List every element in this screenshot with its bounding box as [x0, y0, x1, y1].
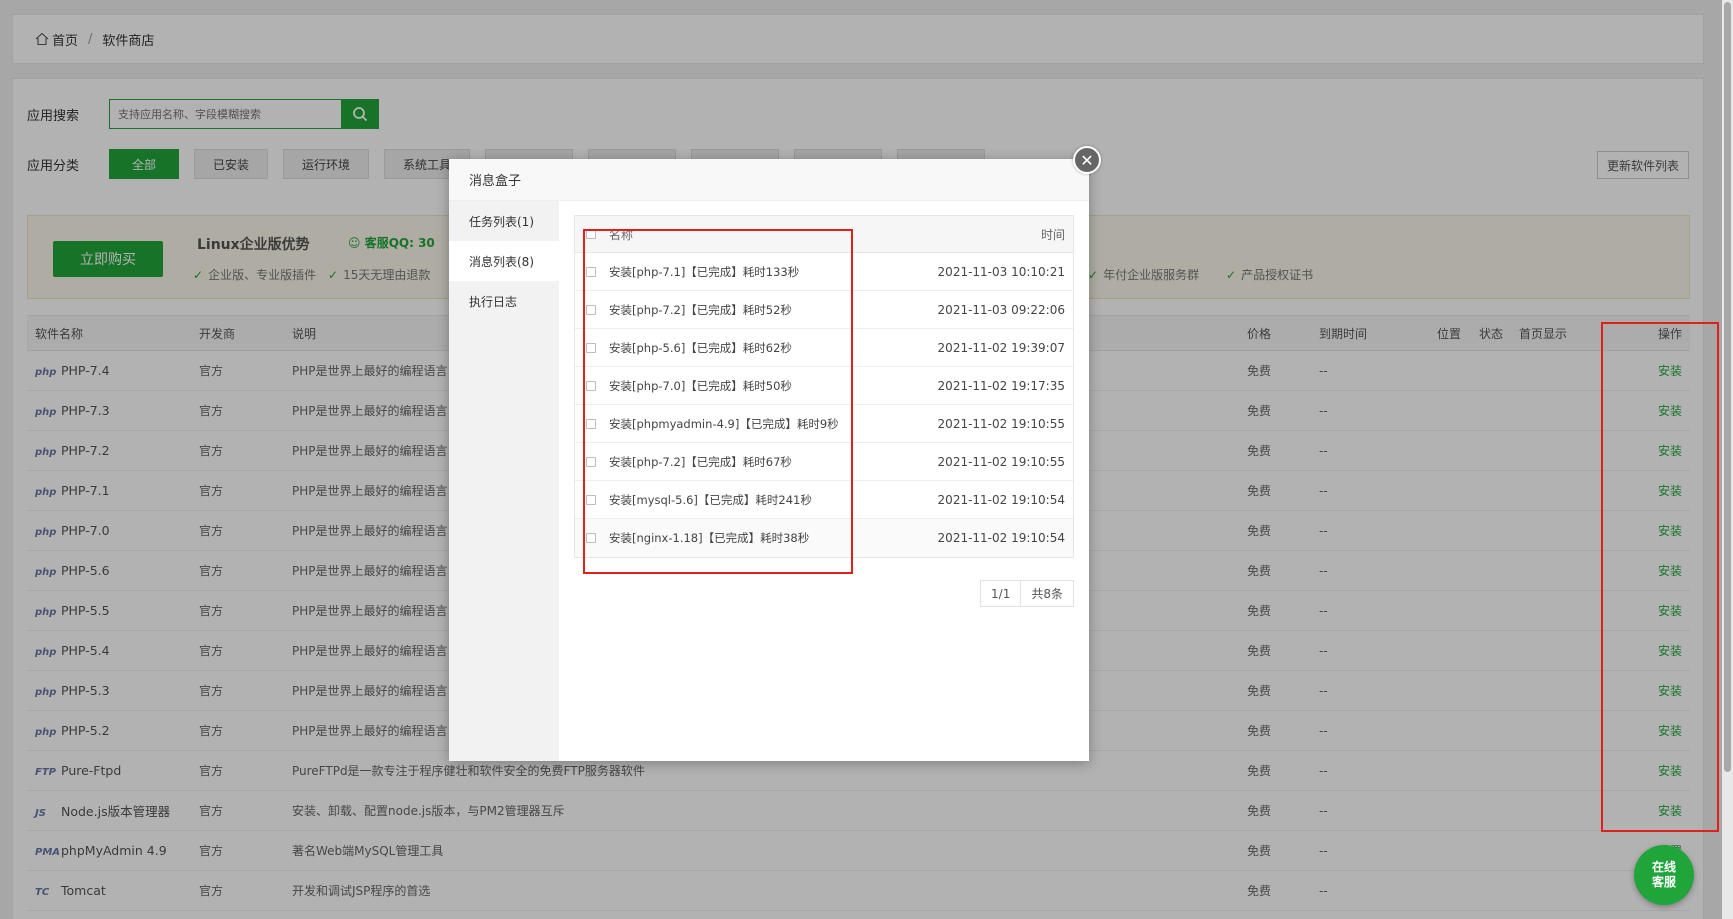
message-name: 安装[php-7.0]【已完成】耗时50秒: [609, 378, 792, 393]
message-time: 2021-11-03 10:10:21: [937, 264, 1065, 279]
message-checkbox[interactable]: [586, 494, 596, 505]
online-service-button[interactable]: 在线 客服: [1634, 845, 1694, 905]
tab-task-list[interactable]: 任务列表(1): [449, 201, 559, 241]
message-row: 安装[php-7.0]【已完成】耗时50秒 2021-11-02 19:17:35: [575, 367, 1073, 405]
message-time: 2021-11-02 19:10:55: [937, 416, 1065, 431]
message-checkbox[interactable]: [586, 342, 596, 353]
message-row: 安装[mysql-5.6]【已完成】耗时241秒 2021-11-02 19:10…: [575, 481, 1073, 519]
service-line1: 在线: [1651, 860, 1676, 874]
select-all-checkbox[interactable]: [586, 229, 596, 239]
message-list-panel: 名称 时间 安装[php-7.1]【已完成】耗时133秒 2021-11-03 1…: [574, 215, 1074, 607]
message-time: 2021-11-02 19:39:07: [937, 340, 1065, 355]
close-icon[interactable]: ✕: [1073, 146, 1101, 174]
col-message-name: 名称: [609, 227, 634, 242]
message-name: 安装[php-7.2]【已完成】耗时52秒: [609, 302, 792, 317]
message-name: 安装[nginx-1.18]【已完成】耗时38秒: [609, 531, 810, 545]
message-time: 2021-11-02 19:10:54: [937, 531, 1065, 545]
message-checkbox[interactable]: [586, 266, 596, 277]
service-line2: 客服: [1651, 875, 1676, 889]
message-row: 安装[php-7.2]【已完成】耗时52秒 2021-11-03 09:22:06: [575, 291, 1073, 329]
message-box-dialog: 消息盒子 任务列表(1) 消息列表(8) 执行日志 名称 时间 安装[php-7…: [449, 159, 1089, 761]
message-checkbox[interactable]: [586, 533, 596, 543]
message-row: 安装[php-7.2]【已完成】耗时67秒 2021-11-02 19:10:55: [575, 443, 1073, 481]
message-time: 2021-11-02 19:10:54: [937, 492, 1065, 507]
message-row: 安装[nginx-1.18]【已完成】耗时38秒 2021-11-02 19:10…: [575, 519, 1073, 557]
message-time: 2021-11-03 09:22:06: [937, 302, 1065, 317]
message-name: 安装[php-7.2]【已完成】耗时67秒: [609, 454, 792, 469]
page-scrollbar[interactable]: [1722, 0, 1733, 919]
dialog-title: 消息盒子: [449, 159, 1089, 201]
message-name: 安装[php-5.6]【已完成】耗时62秒: [609, 340, 792, 355]
dialog-sidebar: 任务列表(1) 消息列表(8) 执行日志: [449, 201, 559, 761]
message-checkbox[interactable]: [586, 418, 596, 429]
message-row: 安装[php-7.1]【已完成】耗时133秒 2021-11-03 10:10:2…: [575, 253, 1073, 291]
message-table: 名称 时间 安装[php-7.1]【已完成】耗时133秒 2021-11-03 1…: [574, 215, 1074, 558]
message-name: 安装[phpmyadmin-4.9]【已完成】耗时9秒: [609, 416, 839, 431]
scrollbar-thumb[interactable]: [1724, 2, 1731, 772]
page-indicator: 1/1: [980, 580, 1022, 607]
col-message-time: 时间: [1040, 227, 1065, 242]
message-table-header: 名称 时间: [575, 216, 1073, 253]
message-row: 安装[php-5.6]【已完成】耗时62秒 2021-11-02 19:39:07: [575, 329, 1073, 367]
message-checkbox[interactable]: [586, 380, 596, 391]
message-row: 安装[phpmyadmin-4.9]【已完成】耗时9秒 2021-11-02 19…: [575, 405, 1073, 443]
total-count: 共8条: [1021, 580, 1074, 607]
message-checkbox[interactable]: [586, 304, 596, 315]
pagination: 1/1 共8条: [980, 580, 1074, 607]
message-name: 安装[php-7.1]【已完成】耗时133秒: [609, 264, 800, 279]
message-time: 2021-11-02 19:17:35: [937, 378, 1065, 393]
message-name: 安装[mysql-5.6]【已完成】耗时241秒: [609, 492, 812, 507]
message-checkbox[interactable]: [586, 456, 596, 467]
message-time: 2021-11-02 19:10:55: [937, 454, 1065, 469]
tab-execution-log[interactable]: 执行日志: [449, 281, 559, 321]
tab-message-list[interactable]: 消息列表(8): [449, 241, 559, 281]
